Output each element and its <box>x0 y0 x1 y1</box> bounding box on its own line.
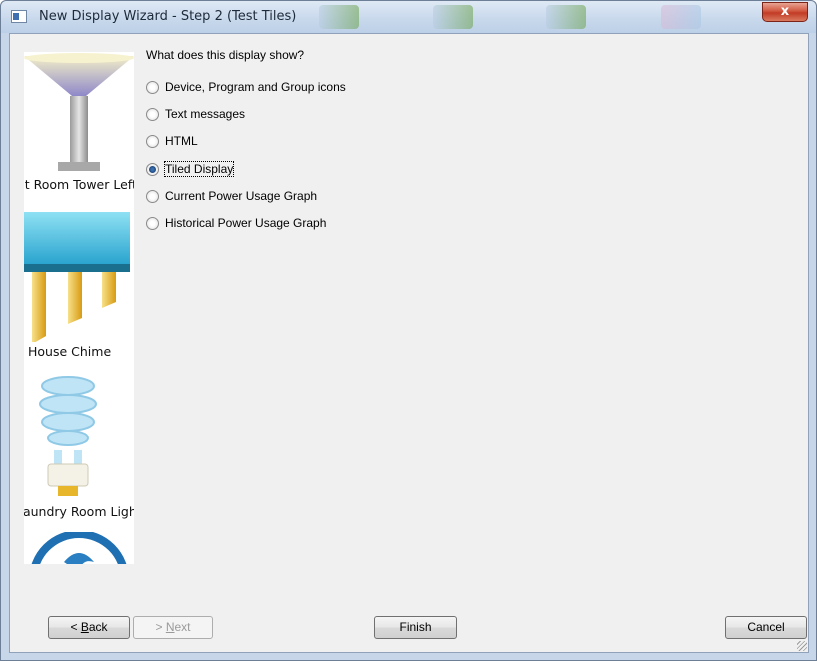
option-html[interactable]: HTML <box>146 132 198 150</box>
preview-tile: Laundry Room Lights <box>24 372 134 532</box>
question-label: What does this display show? <box>146 48 305 62</box>
tile-label: Pit Room Tower Left <box>24 177 134 192</box>
cfl-bulb-icon <box>39 376 97 496</box>
back-rest: ack <box>88 620 108 634</box>
wizard-body: Pit Room Tower Left <box>9 33 809 653</box>
option-label[interactable]: Tiled Display <box>163 161 235 177</box>
back-mnemonic: B <box>80 620 89 634</box>
cancel-button[interactable]: Cancel <box>725 616 807 639</box>
title-bar[interactable]: New Display Wizard - Step 2 (Test Tiles)… <box>1 1 816 33</box>
radio-button[interactable] <box>146 189 159 203</box>
tile-preview-panel: Pit Room Tower Left <box>24 52 134 564</box>
resize-grip-icon[interactable] <box>797 641 807 651</box>
next-mnemonic: N <box>165 620 175 634</box>
wizard-window: New Display Wizard - Step 2 (Test Tiles)… <box>0 0 817 661</box>
option-current-power-usage-graph[interactable]: Current Power Usage Graph <box>146 187 317 205</box>
option-label[interactable]: HTML <box>165 134 198 148</box>
next-button[interactable]: > Next <box>133 616 213 639</box>
radio-button[interactable] <box>146 80 159 94</box>
radio-button[interactable] <box>146 107 159 121</box>
option-tiled-display[interactable]: Tiled Display <box>146 160 235 178</box>
preview-tile <box>24 530 134 564</box>
tile-label: Laundry Room Lights <box>24 504 134 519</box>
close-button[interactable]: x <box>762 2 808 22</box>
radio-button-selected[interactable] <box>146 162 159 176</box>
window-title: New Display Wizard - Step 2 (Test Tiles) <box>39 9 297 24</box>
option-label[interactable]: Device, Program and Group icons <box>165 80 346 94</box>
titlebar-decoration <box>433 5 473 29</box>
tower-lamp-icon <box>24 53 134 171</box>
option-label[interactable]: Text messages <box>165 107 245 121</box>
next-rest: ext <box>174 620 191 634</box>
back-prefix: < <box>70 620 81 634</box>
window-app-icon <box>11 10 27 23</box>
preview-tile: House Chime <box>24 212 134 372</box>
radio-button[interactable] <box>146 134 159 148</box>
radio-button[interactable] <box>146 216 159 230</box>
chime-icon <box>24 212 130 344</box>
preview-tile: Pit Room Tower Left <box>24 52 134 212</box>
option-label[interactable]: Historical Power Usage Graph <box>165 216 326 230</box>
titlebar-decoration <box>546 5 586 29</box>
titlebar-decoration <box>661 5 701 29</box>
next-prefix: > <box>155 620 166 634</box>
titlebar-decoration <box>319 5 359 29</box>
option-device-program-group-icons[interactable]: Device, Program and Group icons <box>146 78 346 96</box>
close-icon: x <box>780 4 790 19</box>
finish-button[interactable]: Finish <box>374 616 457 639</box>
back-button[interactable]: < Back <box>48 616 130 639</box>
tile-label: House Chime <box>28 344 112 359</box>
option-label[interactable]: Current Power Usage Graph <box>165 189 317 203</box>
option-historical-power-usage-graph[interactable]: Historical Power Usage Graph <box>146 214 326 232</box>
fan-icon <box>31 530 127 564</box>
option-text-messages[interactable]: Text messages <box>146 105 245 123</box>
